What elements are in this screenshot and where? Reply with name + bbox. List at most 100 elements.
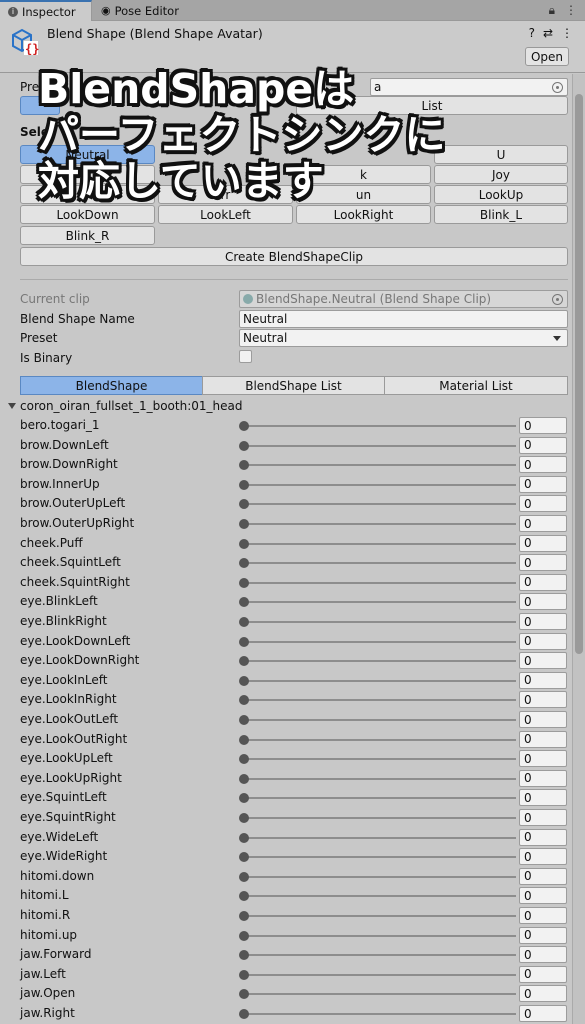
mesh-foldout[interactable]: coron_oiran_fullset_1_booth:01_head (8, 399, 242, 413)
slider-handle[interactable] (239, 558, 249, 569)
preset-dropdown[interactable]: Neutral (239, 329, 568, 347)
is-binary-checkbox[interactable] (239, 350, 252, 363)
slider-track[interactable] (244, 777, 516, 780)
slider-handle[interactable] (239, 773, 249, 784)
slider-track[interactable] (244, 425, 516, 427)
slider-handle[interactable] (239, 421, 249, 431)
slider-handle[interactable] (239, 675, 249, 686)
blendshape-value-input[interactable]: 0 (519, 554, 567, 572)
slider-track[interactable] (244, 738, 516, 741)
object-picker-icon[interactable] (552, 82, 563, 93)
slider-track[interactable] (244, 503, 516, 506)
slider-handle[interactable] (239, 734, 249, 745)
slider-track[interactable] (244, 817, 516, 819)
slider-handle[interactable] (239, 754, 249, 765)
slider-handle[interactable] (239, 969, 249, 980)
preset-button-blink-r[interactable]: Blink_R (20, 226, 155, 245)
tab-blendshape[interactable]: BlendShape (20, 376, 203, 395)
slider-handle[interactable] (239, 479, 249, 490)
slider-handle[interactable] (239, 911, 249, 921)
blendshape-value-input[interactable]: 0 (519, 593, 567, 611)
slider-handle[interactable] (239, 1009, 249, 1019)
slider-handle[interactable] (239, 440, 249, 451)
blend-shape-name-input[interactable]: Neutral (239, 310, 568, 328)
scrollbar[interactable] (572, 74, 585, 1024)
blendshape-value-input[interactable]: 0 (519, 1005, 567, 1022)
slider-handle[interactable] (239, 950, 249, 961)
context-menu-icon[interactable]: ⋮ (561, 26, 573, 40)
slider-track[interactable] (244, 915, 516, 917)
slider-track[interactable] (244, 875, 516, 878)
blendshape-value-input[interactable]: 0 (519, 691, 567, 709)
menu-icon[interactable]: ⋮ (565, 3, 577, 18)
tab-inspector[interactable]: i Inspector (0, 0, 92, 21)
slider-handle[interactable] (239, 617, 249, 627)
slider-track[interactable] (244, 581, 516, 584)
slider-handle[interactable] (239, 499, 249, 510)
slider-track[interactable] (244, 679, 516, 682)
blendshape-value-input[interactable]: 0 (519, 475, 567, 493)
slider-handle[interactable] (239, 989, 249, 1000)
slider-track[interactable] (244, 444, 516, 447)
slider-track[interactable] (244, 856, 516, 859)
lock-icon[interactable]: 🔒︎ (549, 3, 555, 18)
slider-track[interactable] (244, 934, 516, 937)
slider-handle[interactable] (239, 577, 249, 588)
preset-settings-icon[interactable]: ⇄ (543, 26, 553, 40)
blendshape-value-input[interactable]: 0 (519, 730, 567, 748)
blendshape-value-input[interactable]: 0 (519, 652, 567, 670)
slider-track[interactable] (244, 699, 516, 702)
blendshape-value-input[interactable]: 0 (519, 495, 567, 513)
scrollbar-thumb[interactable] (575, 94, 583, 654)
blendshape-value-input[interactable]: 0 (519, 769, 567, 787)
blendshape-value-input[interactable]: 0 (519, 671, 567, 689)
blendshape-value-input[interactable]: 0 (519, 750, 567, 768)
slider-track[interactable] (244, 483, 516, 486)
blendshape-value-input[interactable]: 0 (519, 789, 567, 807)
blendshape-value-input[interactable]: 0 (519, 907, 567, 924)
preset-button-blink-l[interactable]: Blink_L (434, 205, 568, 224)
slider-handle[interactable] (239, 852, 249, 863)
slider-track[interactable] (244, 601, 516, 604)
preset-button-lookleft[interactable]: LookLeft (158, 205, 293, 224)
slider-handle[interactable] (239, 538, 249, 549)
slider-track[interactable] (244, 464, 516, 467)
slider-handle[interactable] (239, 636, 249, 647)
slider-track[interactable] (244, 719, 516, 721)
slider-handle[interactable] (239, 656, 249, 667)
slider-track[interactable] (244, 640, 516, 643)
slider-handle[interactable] (239, 832, 249, 843)
slider-track[interactable] (244, 621, 516, 623)
slider-track[interactable] (244, 523, 516, 525)
blendshape-value-input[interactable]: 0 (519, 573, 567, 591)
blendshape-value-input[interactable]: 0 (519, 926, 567, 944)
open-button[interactable]: Open (525, 47, 569, 66)
blendshape-value-input[interactable]: 0 (519, 946, 567, 964)
slider-handle[interactable] (239, 460, 249, 471)
blendshape-value-input[interactable]: 0 (519, 534, 567, 552)
slider-track[interactable] (244, 954, 516, 957)
blendshape-value-input[interactable]: 0 (519, 848, 567, 866)
blendshape-value-input[interactable]: 0 (519, 887, 567, 905)
create-blendshapeclip-button[interactable]: Create BlendShapeClip (20, 247, 568, 266)
slider-handle[interactable] (239, 597, 249, 608)
blendshape-value-input[interactable]: 0 (519, 613, 567, 630)
slider-track[interactable] (244, 895, 516, 898)
preset-button-lookup[interactable]: LookUp (434, 185, 568, 204)
blendshape-value-input[interactable]: 0 (519, 632, 567, 650)
slider-track[interactable] (244, 758, 516, 761)
tab-material-list[interactable]: Material List (384, 376, 568, 395)
help-icon[interactable]: ? (529, 26, 535, 40)
slider-handle[interactable] (239, 891, 249, 902)
slider-handle[interactable] (239, 930, 249, 941)
preset-button-lookdown[interactable]: LookDown (20, 205, 155, 224)
blendshape-value-input[interactable]: 0 (519, 515, 567, 532)
slider-track[interactable] (244, 1013, 516, 1015)
preset-button-lookright[interactable]: LookRight (296, 205, 431, 224)
blendshape-value-input[interactable]: 0 (519, 456, 567, 474)
blendshape-value-input[interactable]: 0 (519, 867, 567, 885)
preset-button-u[interactable]: U (434, 145, 568, 164)
blendshape-value-input[interactable]: 0 (519, 809, 567, 826)
blendshape-value-input[interactable]: 0 (519, 436, 567, 454)
slider-track[interactable] (244, 660, 516, 663)
